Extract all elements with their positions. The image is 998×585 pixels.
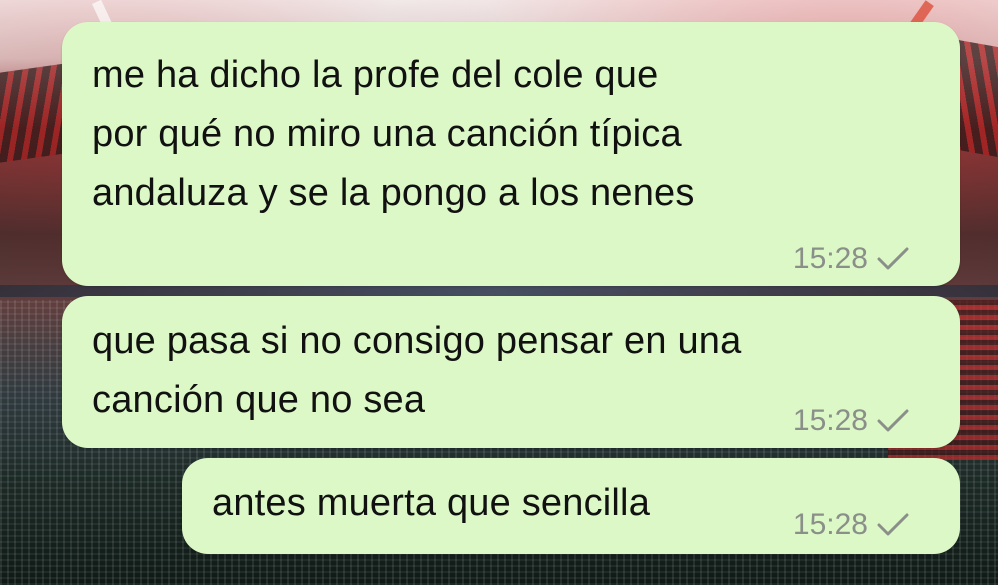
outgoing-message-bubble[interactable]: que pasa si no consigo pensar en una can…: [62, 296, 960, 448]
single-check-icon: [877, 513, 909, 536]
single-check-icon: [877, 247, 909, 270]
message-time: 15:28: [792, 508, 868, 541]
message-time: 15:28: [792, 242, 868, 275]
message-meta: 15:28: [793, 242, 910, 276]
message-text: me ha dicho la profe del cole que por qu…: [92, 54, 695, 214]
outgoing-message-bubble[interactable]: antes muerta que sencilla 15:28: [182, 458, 960, 554]
outgoing-message-bubble[interactable]: me ha dicho la profe del cole que por qu…: [62, 22, 960, 286]
message-text: antes muerta que sencilla: [212, 482, 651, 524]
message-time: 15:28: [792, 404, 868, 437]
single-check-icon: [877, 409, 909, 432]
message-meta: 15:28: [793, 508, 910, 542]
message-meta: 15:28: [793, 404, 910, 438]
message-text: que pasa si no consigo pensar en una can…: [92, 320, 742, 421]
